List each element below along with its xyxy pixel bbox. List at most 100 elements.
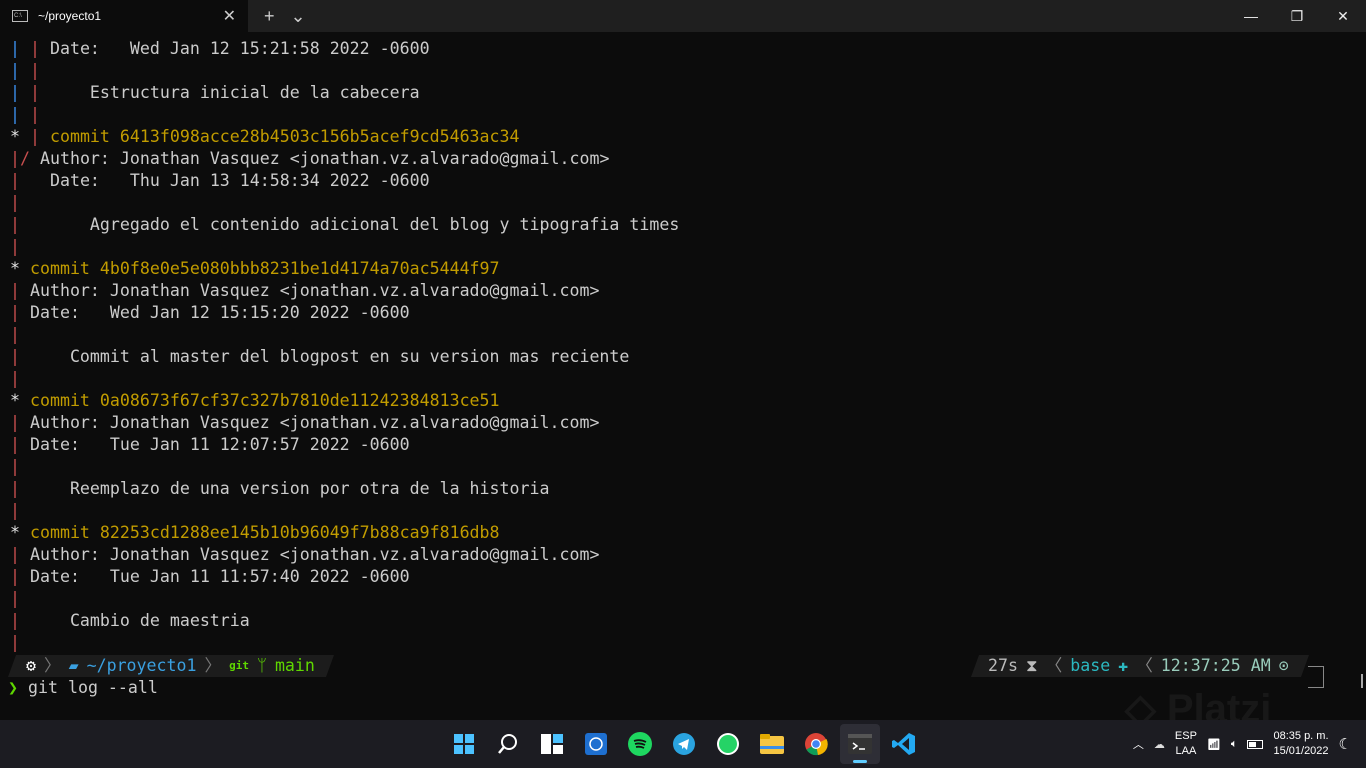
log-line: | Date: Thu Jan 13 14:58:34 2022 -0600 bbox=[10, 170, 679, 192]
scrollbar[interactable] bbox=[1361, 674, 1363, 688]
chrome-icon[interactable] bbox=[796, 724, 836, 764]
log-text: Reemplazo de una version por otra de la … bbox=[29, 479, 550, 498]
log-line: * | commit 6413f098acce28b4503c156b5acef… bbox=[10, 126, 679, 148]
graph-line: | bbox=[10, 105, 30, 124]
log-line: | Author: Jonathan Vasquez <jonathan.vz.… bbox=[10, 280, 679, 302]
vscode-icon[interactable] bbox=[884, 724, 924, 764]
log-line: | Date: Tue Jan 11 12:07:57 2022 -0600 bbox=[10, 434, 679, 456]
log-text: Author: Jonathan Vasquez <jonathan.vz.al… bbox=[29, 281, 600, 300]
graph-line: | bbox=[10, 281, 30, 300]
log-text: Date: Tue Jan 11 12:07:57 2022 -0600 bbox=[29, 435, 410, 454]
log-text: Date: Tue Jan 11 11:57:40 2022 -0600 bbox=[29, 567, 410, 586]
log-text: Date: Thu Jan 13 14:58:34 2022 -0600 bbox=[49, 171, 430, 190]
git-branch: main bbox=[274, 656, 315, 675]
maximize-button[interactable]: ❐ bbox=[1274, 0, 1320, 32]
graph-line: | bbox=[10, 83, 30, 102]
title-bar: C:\ ~/proyecto1 ✕ + ⌄ — ❐ ✕ bbox=[0, 0, 1366, 32]
telegram-icon[interactable] bbox=[664, 724, 704, 764]
file-explorer-icon[interactable] bbox=[752, 724, 792, 764]
graph-line: | bbox=[10, 457, 20, 476]
graph-line: | bbox=[10, 611, 30, 630]
language-indicator[interactable]: ESP LAA bbox=[1175, 729, 1197, 759]
clock[interactable]: 08:35 p. m. 15/01/2022 bbox=[1273, 729, 1328, 759]
commit-hash: commit 6413f098acce28b4503c156b5acef9cd5… bbox=[49, 127, 520, 146]
minimize-button[interactable]: — bbox=[1228, 0, 1274, 32]
log-line: * commit 82253cd1288ee145b10b96049f7b88c… bbox=[10, 522, 679, 544]
focus-assist-icon[interactable]: ☾ bbox=[1339, 735, 1352, 753]
hourglass-icon: ⧗ bbox=[1025, 656, 1038, 675]
folder-icon: ▰ bbox=[68, 656, 79, 675]
log-line: * commit 4b0f8e0e5e080bbb8231be1d4174a70… bbox=[10, 258, 679, 280]
log-line: | bbox=[10, 236, 679, 258]
graph-line: | bbox=[10, 39, 30, 58]
widgets-icon[interactable] bbox=[532, 724, 572, 764]
log-line: | Author: Jonathan Vasquez <jonathan.vz.… bbox=[10, 544, 679, 566]
log-text: Author: Jonathan Vasquez <jonathan.vz.al… bbox=[29, 545, 600, 564]
graph-line: | bbox=[10, 347, 30, 366]
graph-line: * bbox=[10, 259, 30, 278]
start-button[interactable] bbox=[444, 724, 484, 764]
graph-line: * bbox=[10, 523, 30, 542]
spotify-icon[interactable] bbox=[620, 724, 660, 764]
command-text: git log --all bbox=[28, 678, 158, 697]
terminal-output: | | Date: Wed Jan 12 15:21:58 2022 -0600… bbox=[10, 38, 679, 654]
log-line: | Commit al master del blogpost en su ve… bbox=[10, 346, 679, 368]
tab-close-button[interactable]: ✕ bbox=[223, 6, 236, 26]
log-line: | bbox=[10, 500, 679, 522]
prompt-time: 12:37:25 AM bbox=[1160, 656, 1271, 675]
terminal-icon: C:\ bbox=[12, 10, 28, 22]
python-icon: ✚ bbox=[1118, 656, 1129, 675]
graph-line: | bbox=[29, 83, 50, 102]
commit-hash: commit 82253cd1288ee145b10b96049f7b88ca9… bbox=[29, 523, 500, 542]
clock-icon: ⊙ bbox=[1278, 656, 1289, 675]
terminal-tab[interactable]: C:\ ~/proyecto1 ✕ bbox=[0, 0, 248, 32]
log-text: Agregado el contenido adicional del blog… bbox=[49, 215, 680, 234]
log-text: Author: Jonathan Vasquez <jonathan.vz.al… bbox=[29, 413, 600, 432]
duration: 27s bbox=[988, 656, 1018, 675]
log-line: | Reemplazo de una version por otra de l… bbox=[10, 478, 679, 500]
graph-line: | bbox=[10, 545, 30, 564]
conda-env: base bbox=[1070, 656, 1111, 675]
whatsapp-icon[interactable] bbox=[708, 724, 748, 764]
linux-icon: ⚙ bbox=[26, 656, 36, 675]
graph-line: | bbox=[10, 171, 50, 190]
app-icon[interactable] bbox=[576, 724, 616, 764]
log-line: | Agregado el contenido adicional del bl… bbox=[10, 214, 679, 236]
command-line[interactable]: ❯ git log --all bbox=[8, 677, 158, 699]
log-line: | Date: Tue Jan 11 11:57:40 2022 -0600 bbox=[10, 566, 679, 588]
log-text: Author: Jonathan Vasquez <jonathan.vz.al… bbox=[39, 149, 610, 168]
graph-line: | bbox=[10, 237, 20, 256]
close-button[interactable]: ✕ bbox=[1320, 0, 1366, 32]
log-line: * commit 0a08673f67cf37c327b7810de112423… bbox=[10, 390, 679, 412]
volume-icon[interactable]: 🔈︎ bbox=[1231, 738, 1238, 751]
graph-line: | bbox=[10, 61, 30, 80]
graph-line: | bbox=[10, 303, 30, 322]
prompt-line: ⚙ 〉 ▰ ~/proyecto1 〉 git ᛘ main 27s ⧗ 〈 b… bbox=[0, 655, 1366, 677]
log-text: Date: Wed Jan 12 15:15:20 2022 -0600 bbox=[29, 303, 410, 322]
log-line: | bbox=[10, 588, 679, 610]
log-line: | bbox=[10, 368, 679, 390]
tab-title: ~/proyecto1 bbox=[38, 9, 102, 23]
graph-line: | bbox=[10, 413, 30, 432]
log-line: | Author: Jonathan Vasquez <jonathan.vz.… bbox=[10, 412, 679, 434]
graph-line: |/ bbox=[10, 149, 40, 168]
onedrive-icon[interactable]: ☁ bbox=[1154, 738, 1165, 751]
terminal-app-icon[interactable] bbox=[840, 724, 880, 764]
search-icon[interactable] bbox=[488, 724, 528, 764]
log-line: | bbox=[10, 632, 679, 654]
graph-line: | bbox=[10, 567, 30, 586]
log-text: Cambio de maestria bbox=[29, 611, 250, 630]
battery-icon[interactable] bbox=[1247, 739, 1264, 749]
prompt-path: ~/proyecto1 bbox=[86, 656, 197, 675]
graph-line: | bbox=[10, 479, 30, 498]
graph-line: * bbox=[10, 127, 30, 146]
graph-line: | bbox=[10, 633, 20, 652]
log-line: |/ Author: Jonathan Vasquez <jonathan.vz… bbox=[10, 148, 679, 170]
chevron-up-icon[interactable]: ︿ bbox=[1133, 736, 1144, 752]
tab-dropdown-button[interactable]: ⌄ bbox=[291, 6, 306, 27]
wifi-icon[interactable]: 📶︎ bbox=[1207, 738, 1221, 751]
graph-line: | bbox=[10, 589, 20, 608]
log-text: Date: Wed Jan 12 15:21:58 2022 -0600 bbox=[49, 39, 430, 58]
new-tab-button[interactable]: + bbox=[264, 6, 275, 27]
commit-hash: commit 0a08673f67cf37c327b7810de11242384… bbox=[29, 391, 500, 410]
